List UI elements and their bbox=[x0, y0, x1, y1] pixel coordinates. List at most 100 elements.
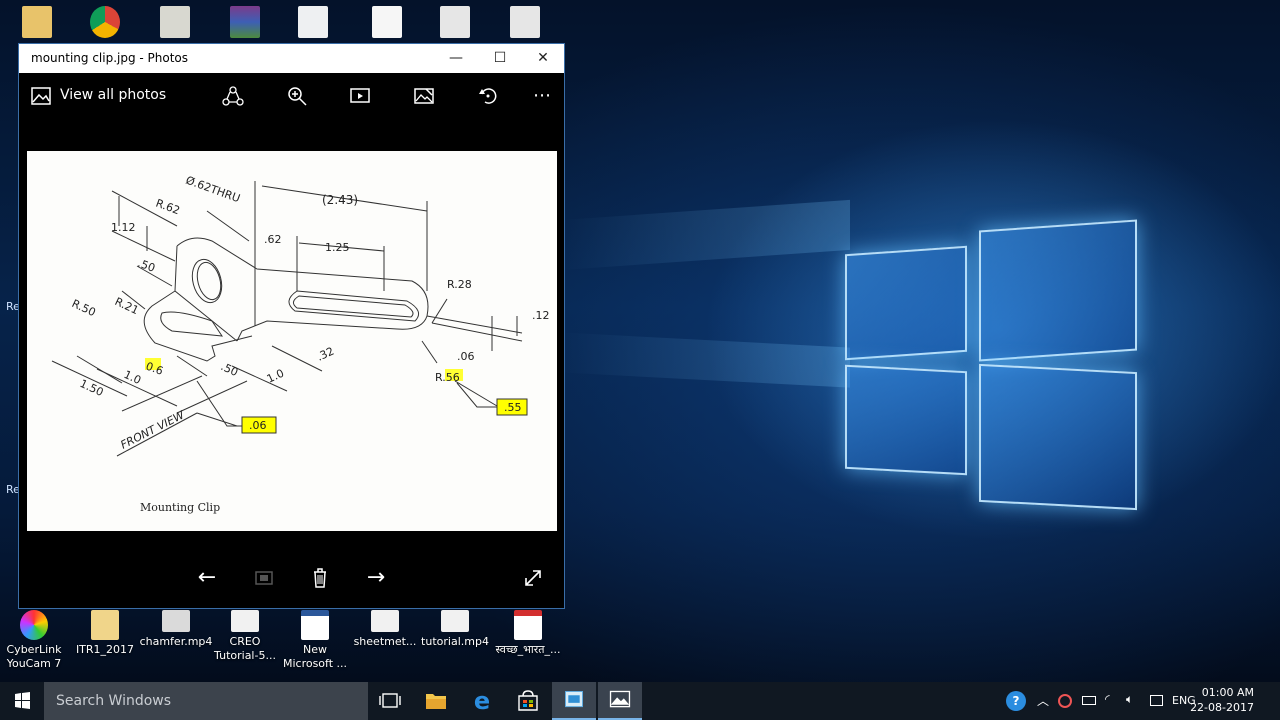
video-thumbnail-icon bbox=[371, 610, 399, 632]
dim-50b: .50 bbox=[219, 360, 240, 379]
dim-thru: Ø.62THRU bbox=[184, 174, 242, 206]
video-thumbnail-icon bbox=[231, 610, 259, 632]
search-placeholder: Search Windows bbox=[56, 693, 172, 709]
view-all-photos-link[interactable]: View all photos bbox=[60, 87, 166, 103]
desktop-icon-video-2[interactable] bbox=[510, 6, 540, 38]
desktop-icon-user-folder[interactable] bbox=[22, 6, 52, 38]
desktop-icon-label: CREO Tutorial-5... bbox=[214, 635, 276, 662]
search-box[interactable]: Search Windows bbox=[44, 682, 368, 720]
windows-logo-pane bbox=[845, 364, 967, 476]
dim-12: .12 bbox=[532, 309, 550, 322]
help-icon[interactable]: ? bbox=[1006, 691, 1026, 711]
slideshow-disabled-icon bbox=[255, 571, 273, 585]
photos-app-icon[interactable] bbox=[598, 682, 642, 720]
wallpaper-beam bbox=[560, 199, 850, 271]
dim-10a: 1.0 bbox=[122, 368, 143, 387]
callout-06-text: .06 bbox=[249, 419, 267, 432]
file-explorer-icon[interactable] bbox=[414, 682, 458, 720]
dim-r28: R.28 bbox=[447, 278, 472, 291]
dim-32: .32 bbox=[315, 345, 336, 364]
desktop-icon-pdf[interactable]: स्वच्छ_भारत_... bbox=[490, 610, 566, 657]
windows-logo-pane bbox=[979, 219, 1137, 362]
desktop-icon-label: New Microsoft ... bbox=[282, 643, 348, 670]
windows-logo-pane bbox=[845, 245, 967, 361]
desktop-icon-cyberlink[interactable]: CyberLink YouCam 7 bbox=[0, 610, 72, 671]
title-bar[interactable]: mounting clip.jpg - Photos — ☐ ✕ bbox=[19, 44, 564, 73]
desktop-icon-winrar[interactable] bbox=[230, 6, 260, 38]
close-button[interactable]: ✕ bbox=[521, 44, 565, 73]
maximize-button[interactable]: ☐ bbox=[478, 44, 522, 73]
dim-r21: R.21 bbox=[113, 295, 141, 317]
photos-app-bar: View all photos ⋯ bbox=[19, 73, 564, 119]
drawing-caption: Mounting Clip bbox=[140, 501, 220, 514]
desktop-icon-sheetmetal[interactable]: sheetmet... bbox=[347, 610, 423, 649]
desktop-icon-label: ITR1_2017 bbox=[75, 643, 135, 656]
dim-112: 1.12 bbox=[111, 221, 136, 234]
pdf-icon bbox=[514, 610, 542, 640]
minimize-button[interactable]: — bbox=[434, 44, 478, 73]
dim-06b: 0.6 bbox=[144, 360, 165, 378]
creo-app-icon[interactable] bbox=[552, 682, 596, 720]
desktop-icon-label: CyberLink YouCam 7 bbox=[6, 643, 62, 670]
store-icon[interactable] bbox=[506, 682, 550, 720]
taskbar: Search Windows e ? ︿ ◜ 🔈︎ ENG 01:00 AM 2… bbox=[0, 682, 1280, 720]
cyberlink-icon bbox=[20, 610, 48, 640]
callout-55-text: .55 bbox=[504, 401, 522, 414]
share-icon[interactable] bbox=[222, 85, 244, 107]
clock-date: 22-08-2017 bbox=[1190, 701, 1254, 714]
desktop-icon-tutorial[interactable]: tutorial.mp4 bbox=[417, 610, 493, 649]
edit-image-icon[interactable] bbox=[413, 85, 435, 107]
volume-icon[interactable]: 🔈︎ bbox=[1126, 692, 1133, 707]
wifi-icon[interactable]: ◜ bbox=[1105, 692, 1110, 706]
edge-browser-icon[interactable]: e bbox=[460, 682, 504, 720]
clock[interactable]: 01:00 AM 22-08-2017 bbox=[1190, 685, 1254, 715]
desktop-icon-chamfer[interactable]: chamfer.mp4 bbox=[138, 610, 214, 649]
windows-logo-pane bbox=[979, 363, 1137, 511]
zoom-icon[interactable] bbox=[286, 85, 308, 107]
dim-10b: 1.0 bbox=[265, 367, 286, 386]
desktop-icon-creo[interactable]: CREO Tutorial-5... bbox=[207, 610, 283, 663]
clock-time: 01:00 AM bbox=[1201, 686, 1254, 699]
desktop-icon-label: sheetmet... bbox=[353, 635, 417, 648]
chevron-up-icon[interactable]: ︿ bbox=[1037, 692, 1049, 709]
record-icon[interactable] bbox=[1058, 694, 1072, 708]
window-title: mounting clip.jpg - Photos bbox=[31, 51, 189, 65]
desktop-icon-video[interactable] bbox=[440, 6, 470, 38]
dim-r50: R.50 bbox=[70, 297, 98, 319]
wallpaper-beam bbox=[560, 332, 850, 388]
dim-125: 1.25 bbox=[325, 241, 350, 254]
photos-window[interactable]: mounting clip.jpg - Photos — ☐ ✕ View al… bbox=[18, 43, 565, 609]
notification-icon[interactable] bbox=[1150, 695, 1163, 706]
desktop-icon-chrome[interactable] bbox=[90, 6, 120, 38]
previous-arrow-icon[interactable]: ← bbox=[193, 564, 221, 592]
photo-canvas[interactable]: Ø.62THRU (2.43) R.62 1.12 .62 1.25 .50 R… bbox=[27, 151, 557, 531]
desktop-icon-word[interactable]: New Microsoft ... bbox=[277, 610, 353, 671]
rotate-icon[interactable] bbox=[477, 85, 499, 107]
more-options-icon[interactable]: ⋯ bbox=[531, 85, 553, 107]
desktop-icon-document[interactable] bbox=[160, 6, 190, 38]
photos-gallery-icon[interactable] bbox=[30, 85, 52, 107]
dim-50a: .50 bbox=[136, 257, 157, 275]
windows-start-icon[interactable] bbox=[0, 682, 44, 720]
desktop-icon-label: chamfer.mp4 bbox=[139, 635, 213, 648]
front-view-label: FRONT VIEW bbox=[118, 408, 187, 452]
desktop-icon-text-file[interactable] bbox=[372, 6, 402, 38]
fullscreen-icon[interactable] bbox=[519, 564, 547, 592]
dim-06a: .06 bbox=[457, 350, 475, 363]
desktop-icon-label: स्वच्छ_भारत_... bbox=[495, 643, 561, 656]
task-view-icon[interactable] bbox=[368, 682, 412, 720]
video-thumbnail-icon bbox=[162, 610, 190, 632]
dim-62: .62 bbox=[264, 233, 282, 246]
next-arrow-icon[interactable]: → bbox=[362, 564, 390, 592]
folder-icon bbox=[91, 610, 119, 640]
dim-150: 1.50 bbox=[78, 377, 106, 399]
dim-r56: R.56 bbox=[435, 371, 460, 384]
slideshow-icon[interactable] bbox=[349, 85, 371, 107]
word-document-icon bbox=[301, 610, 329, 640]
battery-icon[interactable] bbox=[1082, 696, 1096, 705]
desktop-icon-image[interactable] bbox=[298, 6, 328, 38]
video-thumbnail-icon bbox=[441, 610, 469, 632]
desktop-icon-itr[interactable]: ITR1_2017 bbox=[67, 610, 143, 657]
delete-icon[interactable] bbox=[306, 564, 334, 592]
desktop-icon-label: tutorial.mp4 bbox=[421, 635, 489, 648]
